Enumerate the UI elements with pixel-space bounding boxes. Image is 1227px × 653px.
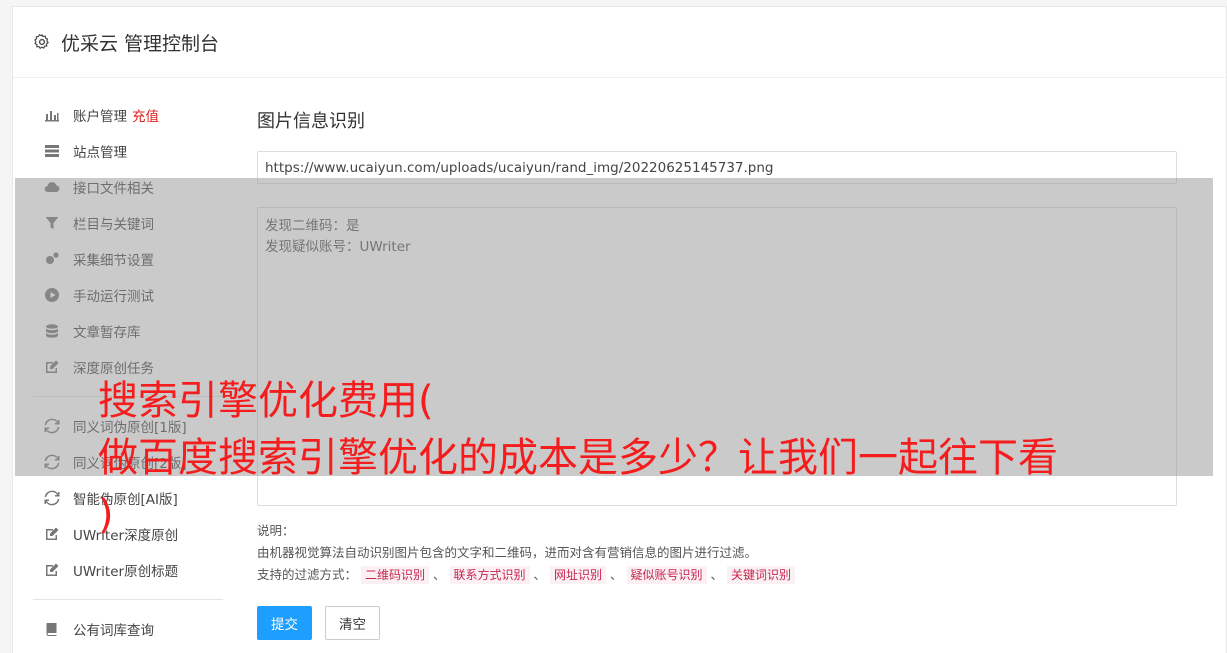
filter-tag-account: 疑似账号识别 <box>626 566 707 584</box>
separator: 、 <box>710 567 724 582</box>
separator: 、 <box>610 567 623 582</box>
separator: 、 <box>533 567 547 582</box>
description-text: 由机器视觉算法自动识别图片包含的文字和二维码，进而对含有营销信息的图片进行过滤。 <box>257 545 758 560</box>
overlay-title: 搜索引擎优化费用( 做百度搜索引擎优化的成本是多少？让我们一起往下看 ) <box>98 373 1198 544</box>
sidebar-item-label: 站点管理 <box>73 145 127 161</box>
header: 优采云 管理控制台 <box>13 7 1226 78</box>
sidebar-item-public-dictionary[interactable]: 公有词库查询 <box>13 611 223 647</box>
filter-methods: 支持的过滤方式： 二维码识别 、 联系方式识别 、 网址识别 、 疑似账号识别 … <box>257 564 1177 586</box>
edit-icon <box>43 525 61 543</box>
section-title: 图片信息识别 <box>257 111 365 132</box>
clear-button[interactable]: 清空 <box>325 606 380 640</box>
filter-tag-contact: 联系方式识别 <box>449 566 530 584</box>
gear-icon <box>34 33 49 50</box>
page-title: 优采云 管理控制台 <box>61 32 220 55</box>
bar-chart-icon <box>43 106 61 124</box>
overlay-line: 搜索引擎优化费用( <box>98 378 434 424</box>
server-icon <box>43 142 61 160</box>
action-buttons: 提交 清空 <box>257 606 1177 640</box>
filter-tag-qrcode: 二维码识别 <box>361 566 430 584</box>
sidebar-item-label: 公有词库查询 <box>73 623 154 639</box>
sidebar-item-label: UWriter原创标题 <box>73 564 179 580</box>
sidebar-item-sites[interactable]: 站点管理 <box>13 133 223 169</box>
filter-methods-label: 支持的过滤方式： <box>257 567 358 582</box>
book-icon <box>43 620 61 638</box>
recharge-link[interactable]: 充值 <box>132 105 159 125</box>
edit-icon <box>43 561 61 579</box>
refresh-icon <box>43 489 61 507</box>
sidebar-divider <box>33 599 223 600</box>
sidebar-item-uwriter-title[interactable]: UWriter原创标题 <box>13 552 223 588</box>
separator: 、 <box>433 567 446 582</box>
overlay-line: 做百度搜索引擎优化的成本是多少？让我们一起往下看 <box>98 435 1058 481</box>
overlay-line: ) <box>98 492 114 538</box>
filter-tag-keyword: 关键词识别 <box>727 566 796 584</box>
submit-button[interactable]: 提交 <box>257 606 312 640</box>
sidebar-item-account[interactable]: 账户管理 充值 <box>13 97 223 133</box>
filter-tag-url: 网址识别 <box>550 566 607 584</box>
sidebar-item-label: 账户管理 <box>73 109 127 125</box>
